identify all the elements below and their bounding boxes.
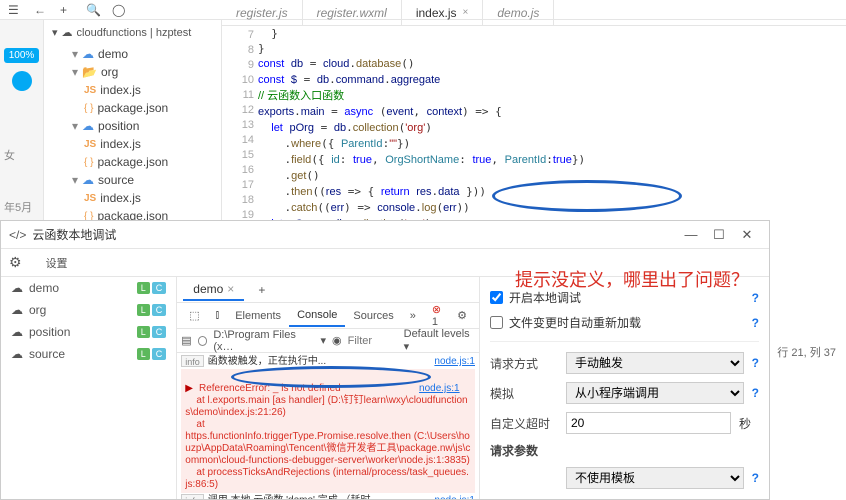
error-block: ▶ ReferenceError: _ is not defined node.… xyxy=(181,369,475,493)
tree-item-demo[interactable]: ▾ ☁ demo xyxy=(44,45,221,63)
timeout-input[interactable] xyxy=(566,412,731,434)
fn-item-source[interactable]: ☁ sourceLC xyxy=(1,343,176,365)
tab-elements[interactable]: Elements xyxy=(227,306,289,326)
code-icon: </> xyxy=(9,228,26,242)
help-icon[interactable]: ? xyxy=(752,356,759,370)
auto-reload-checkbox[interactable] xyxy=(490,316,503,329)
editor-tabs: register.jsregister.wxmlindex.js ×demo.j… xyxy=(222,0,846,26)
avatar-icon[interactable] xyxy=(12,71,32,91)
close-icon[interactable]: ✕ xyxy=(733,227,761,243)
enable-local-checkbox[interactable] xyxy=(490,291,503,304)
settings-label[interactable]: 设置 xyxy=(46,255,68,271)
levels-select[interactable]: Default levels ▾ xyxy=(404,328,475,353)
editor-tab-register-js[interactable]: register.js xyxy=(222,0,303,25)
close-tab-icon[interactable]: × xyxy=(463,7,469,18)
cloud-icon: ☁ xyxy=(11,303,23,317)
fwd-icon[interactable]: + xyxy=(60,3,74,17)
editor-tab-demo-js[interactable]: demo.js xyxy=(483,0,554,25)
help-icon[interactable]: ? xyxy=(752,316,759,330)
debug-settings-panel: 开启本地调试 ? 文件变更时自动重新加载 ? 请求方式手动触发? 模拟从小程序端… xyxy=(480,277,769,499)
explorer-header[interactable]: ▾ ☁ cloudfunctions | hzptest xyxy=(44,20,221,45)
label-gender: 女 xyxy=(4,147,39,163)
cloud-icon: ☁ xyxy=(62,26,73,39)
path-select[interactable]: D:\Program Files (x… xyxy=(213,329,314,353)
label-date: 年5月 xyxy=(4,199,39,215)
editor-tab-index-js[interactable]: index.js × xyxy=(402,0,484,25)
tab-console[interactable]: Console xyxy=(289,305,345,327)
tree-item-package-json[interactable]: { } package.json xyxy=(44,153,221,171)
fn-item-position[interactable]: ☁ positionLC xyxy=(1,321,176,343)
tree-item-source[interactable]: ▾ ☁ source xyxy=(44,171,221,189)
tree-item-index-js[interactable]: JS index.js xyxy=(44,189,221,207)
fn-item-demo[interactable]: ☁ demoLC xyxy=(1,277,176,299)
console-filter: ▤ D:\Program Files (x…▾ ◉ Default levels… xyxy=(177,329,479,353)
chevron-down-icon: ▾ xyxy=(52,26,58,39)
stop-icon[interactable] xyxy=(198,336,208,346)
debug-titlebar: </> 云函数本地调试 — ☐ ✕ xyxy=(1,221,769,249)
fn-item-org[interactable]: ☁ orgLC xyxy=(1,299,176,321)
menu-icon[interactable]: ☰ xyxy=(8,3,22,17)
cloud-icon: ☁ xyxy=(11,347,23,361)
log-line: info调用 本地 云函数 'demo' 完成 （耗时node.js:1 xyxy=(181,494,475,499)
dev-gear-icon[interactable]: ⚙ xyxy=(449,305,475,326)
help-icon[interactable]: ? xyxy=(752,471,759,485)
enable-local-debug-row: 开启本地调试 ? xyxy=(490,285,759,310)
template-select[interactable]: 不使用模板 xyxy=(566,467,744,489)
maximize-icon[interactable]: ☐ xyxy=(705,227,733,243)
devtools-tabs: ⬚ ⫾ Elements Console Sources » ⊗ 1 ⚙ xyxy=(177,303,479,329)
tree-item-org[interactable]: ▾ 📂 org xyxy=(44,63,221,81)
inspect-icon[interactable]: ⬚ xyxy=(181,305,207,326)
tree-item-package-json[interactable]: { } package.json xyxy=(44,99,221,117)
help-icon[interactable]: ? xyxy=(752,291,759,305)
filter-input[interactable] xyxy=(348,335,398,347)
editor-tab-register-wxml[interactable]: register.wxml xyxy=(303,0,402,25)
minimize-icon[interactable]: — xyxy=(677,227,705,242)
cloud-debug-window: </> 云函数本地调试 — ☐ ✕ ⚙ 设置 提示没定义，哪里出了问题？ ☁ d… xyxy=(0,220,770,500)
tab-sources[interactable]: Sources xyxy=(345,306,401,326)
compass-icon[interactable]: ◯ xyxy=(112,3,126,17)
tree-item-index-js[interactable]: JS index.js xyxy=(44,81,221,99)
tab-demo[interactable]: demo× xyxy=(183,279,244,301)
device-icon[interactable]: ⫾ xyxy=(208,305,228,326)
auto-reload-row: 文件变更时自动重新加载 ? xyxy=(490,310,759,335)
code-editor: register.jsregister.wxmlindex.js ×demo.j… xyxy=(222,0,846,225)
sidebar-toggle-icon[interactable]: ▤ xyxy=(181,334,191,347)
search-icon[interactable]: 🔍 xyxy=(86,3,100,17)
eye-icon[interactable]: ◉ xyxy=(332,334,342,347)
console-output[interactable]: info函数被触发，正在执行中...node.js:1 ▶ ReferenceE… xyxy=(177,353,479,499)
more-icon[interactable]: » xyxy=(402,306,424,326)
simulate-select[interactable]: 从小程序端调用 xyxy=(566,382,744,404)
gear-icon[interactable]: ⚙ xyxy=(9,254,22,271)
add-tab[interactable]: + xyxy=(248,280,275,300)
tree-item-position[interactable]: ▾ ☁ position xyxy=(44,117,221,135)
help-icon[interactable]: ? xyxy=(752,386,759,400)
close-tab-icon[interactable]: × xyxy=(227,282,234,296)
cloud-icon: ☁ xyxy=(11,281,23,295)
file-explorer: ▾ ☁ cloudfunctions | hzptest ▾ ☁ demo▾ 📂… xyxy=(44,20,222,225)
log-line: info函数被触发，正在执行中...node.js:1 xyxy=(181,355,475,368)
back-icon[interactable]: ← xyxy=(34,3,48,17)
request-mode-select[interactable]: 手动触发 xyxy=(566,352,744,374)
status-bar: 行 21, 列 37 xyxy=(767,340,846,364)
function-list: ☁ demoLC☁ orgLC☁ positionLC☁ sourceLC xyxy=(1,277,177,499)
tree-item-index-js[interactable]: JS index.js xyxy=(44,135,221,153)
cloud-icon: ☁ xyxy=(11,325,23,339)
devtools-panel: demo× + ⬚ ⫾ Elements Console Sources » ⊗… xyxy=(177,277,480,499)
battery-badge: 100% xyxy=(4,48,39,63)
